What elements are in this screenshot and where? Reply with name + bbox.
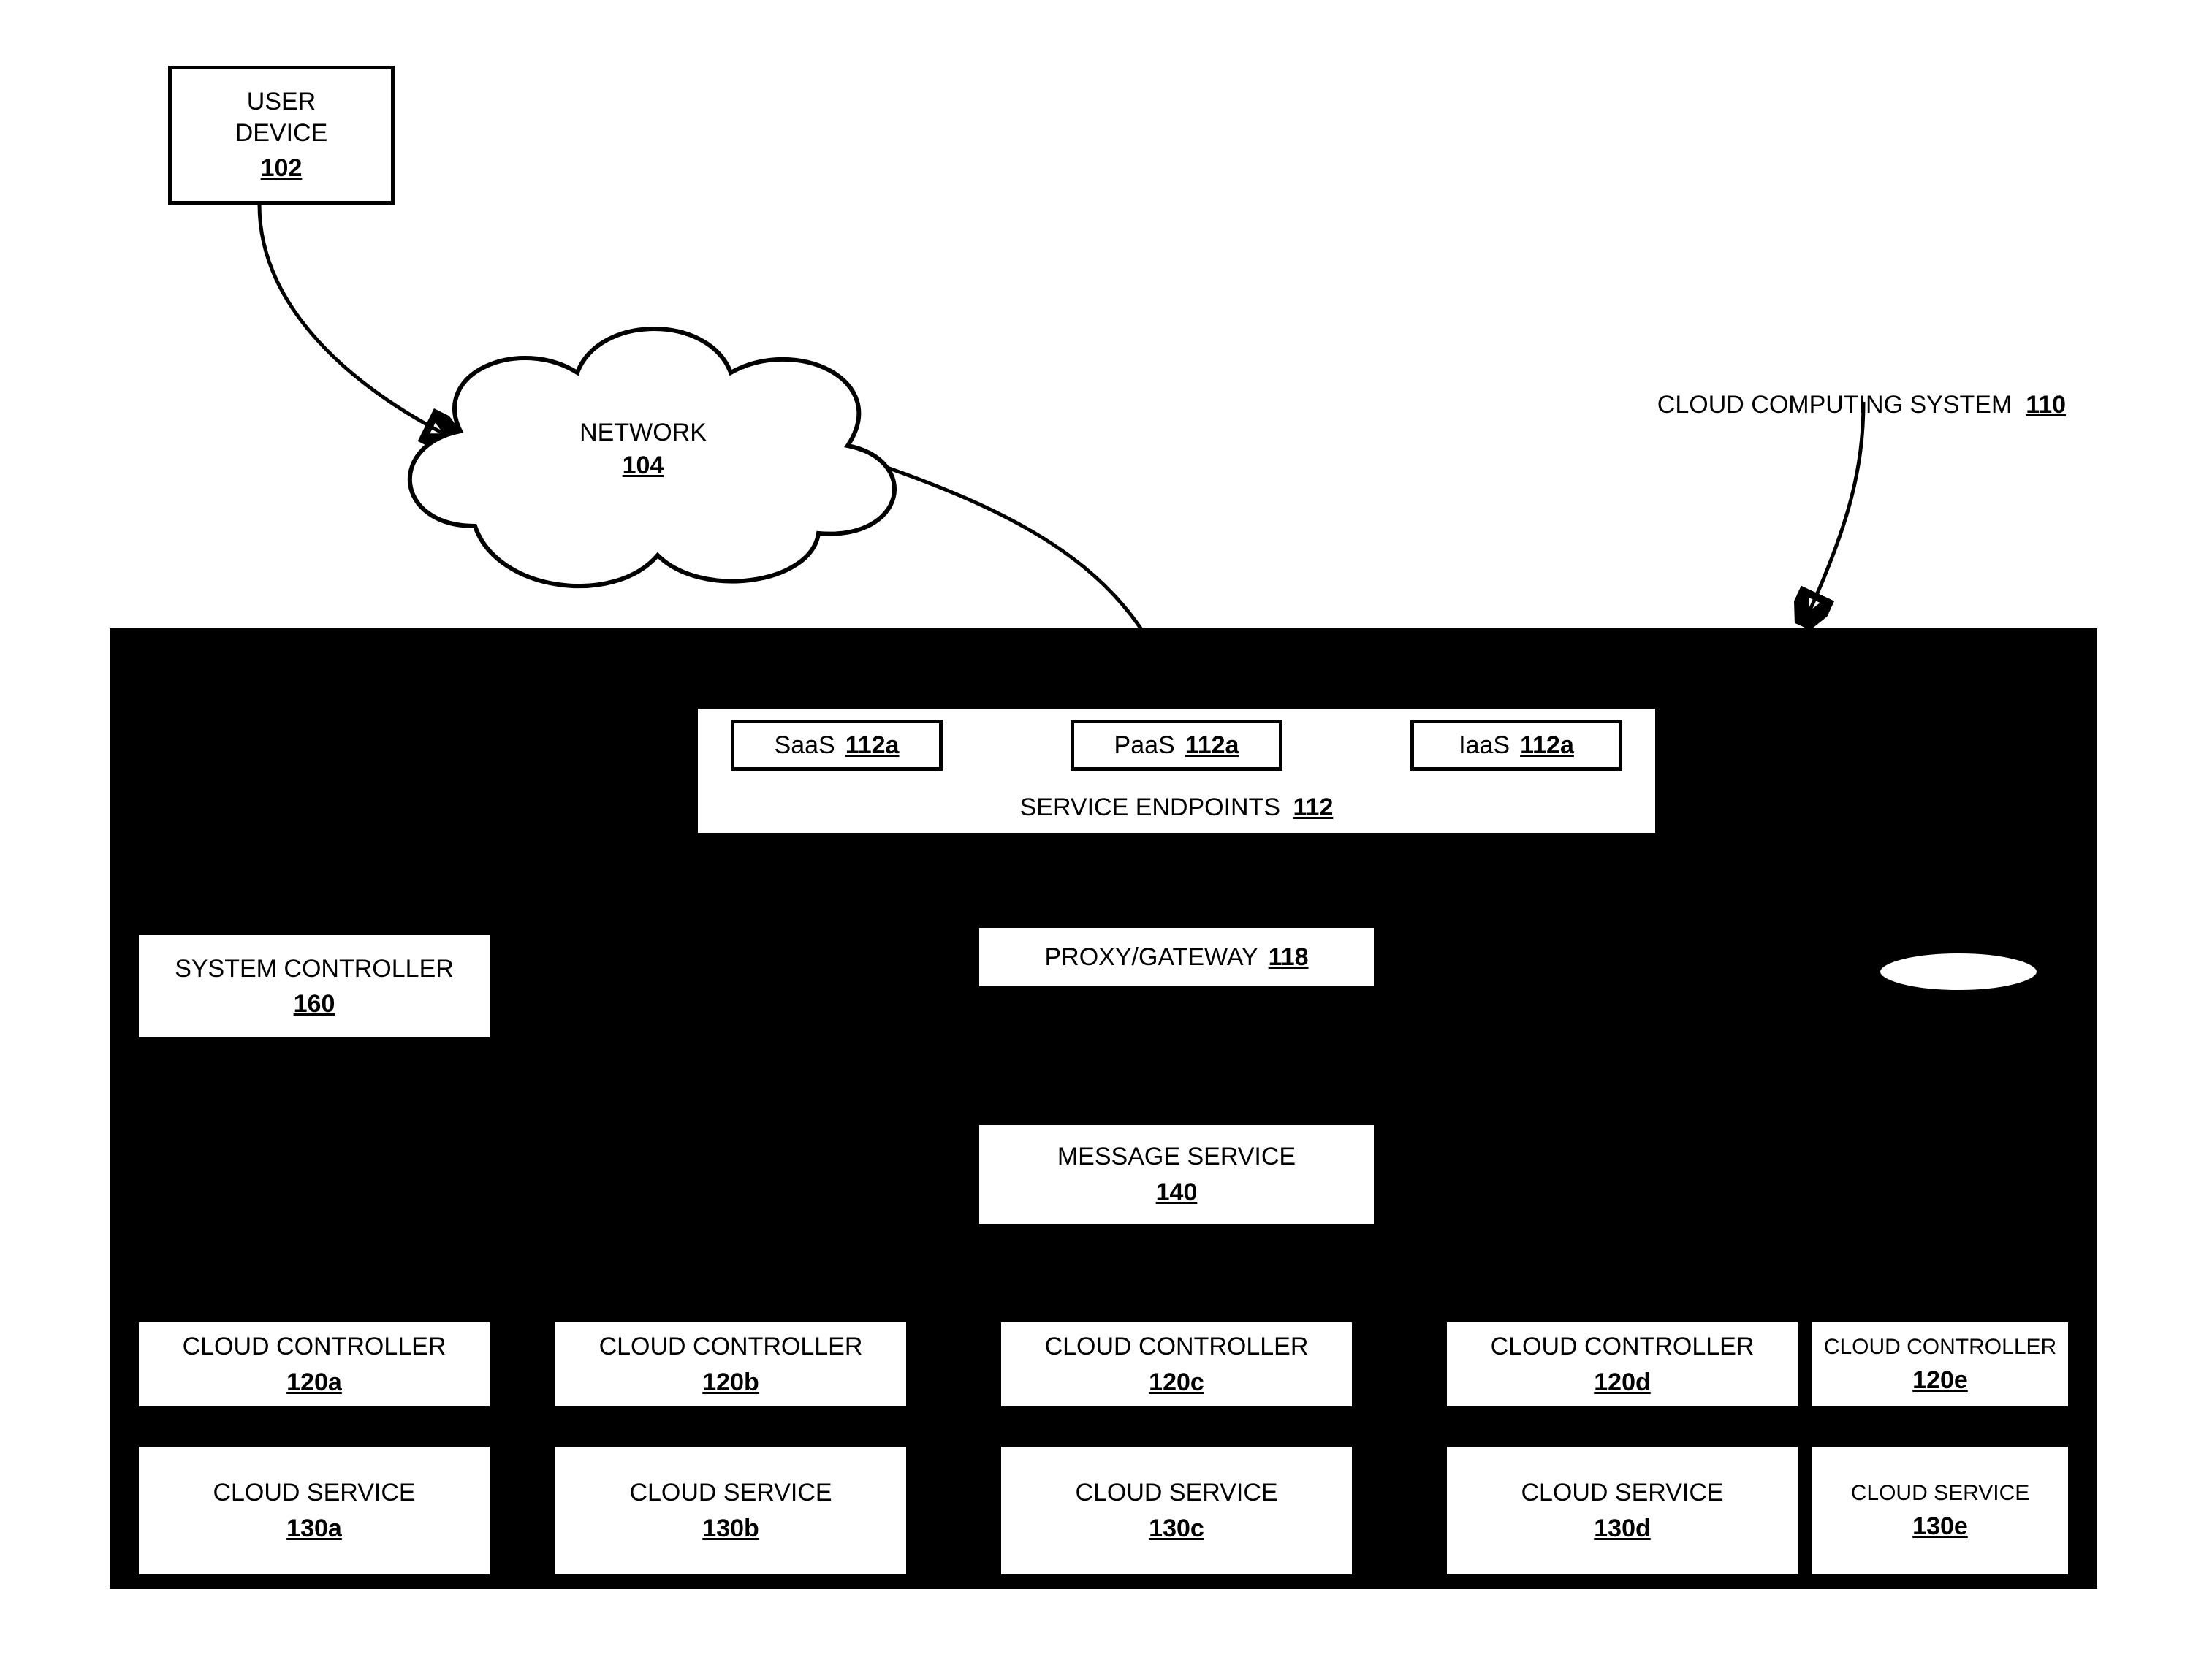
cloud-controller-c-title: CLOUD CONTROLLER <box>1045 1331 1309 1363</box>
cloud-controller-c-ref: 120c <box>1149 1367 1204 1398</box>
cloud-service-e-title: CLOUD SERVICE <box>1851 1480 2030 1507</box>
cloud-service-d: CLOUD SERVICE 130d <box>1443 1443 1801 1578</box>
cloud-service-c: CLOUD SERVICE 130c <box>997 1443 1356 1578</box>
paas-box: PaaS 112a <box>1071 720 1282 771</box>
cloud-controller-a-ref: 120a <box>286 1367 342 1398</box>
cloud-service-c-title: CLOUD SERVICE <box>1075 1477 1277 1509</box>
system-controller-title: SYSTEM CONTROLLER <box>175 953 454 985</box>
cloud-controller-a-title: CLOUD CONTROLLER <box>183 1331 446 1363</box>
cloud-controller-e: CLOUD CONTROLLER 120e <box>1809 1319 2072 1410</box>
saas-box: SaaS 112a <box>731 720 943 771</box>
user-device-box: USER DEVICE 102 <box>168 66 395 205</box>
cloud-service-b: CLOUD SERVICE 130b <box>552 1443 910 1578</box>
cloud-service-c-ref: 130c <box>1149 1513 1204 1545</box>
saas-ref: 112a <box>845 731 900 760</box>
cloud-service-a-title: CLOUD SERVICE <box>213 1477 415 1509</box>
cloud-service-a: CLOUD SERVICE 130a <box>135 1443 493 1578</box>
message-service-title: MESSAGE SERVICE <box>1057 1141 1296 1173</box>
cloud-controller-a: CLOUD CONTROLLER 120a <box>135 1319 493 1410</box>
service-endpoints-ref: 112 <box>1293 793 1334 821</box>
data-store-icon <box>1871 950 2046 1111</box>
cloud-service-d-title: CLOUD SERVICE <box>1521 1477 1723 1509</box>
cloud-controller-d: CLOUD CONTROLLER 120d <box>1443 1319 1801 1410</box>
cloud-service-b-title: CLOUD SERVICE <box>629 1477 832 1509</box>
system-controller-ref: 160 <box>294 989 335 1020</box>
paas-ref: 112a <box>1185 731 1239 760</box>
cloud-controller-b-ref: 120b <box>702 1367 759 1398</box>
cloud-controller-e-ref: 120e <box>1912 1365 1968 1396</box>
intnet-line2-ref: 116 <box>1682 995 1722 1023</box>
proxy-ref: 118 <box>1269 943 1309 972</box>
intnet-line1-slash: / <box>1741 902 1755 930</box>
data-store-title: DATA STORE <box>1855 785 2008 813</box>
cloud-service-a-ref: 130a <box>286 1513 342 1545</box>
saas-title: SaaS <box>775 731 835 760</box>
diagram-canvas: USER DEVICE 102 NETWORK 104 CLOUD COMPUT… <box>0 0 2212 1668</box>
network-ref: 104 <box>579 452 707 480</box>
cloud-controller-d-ref: 120d <box>1594 1367 1651 1398</box>
cloud-service-e-ref: 130e <box>1912 1511 1968 1542</box>
proxy-title: PROXY/GATEWAY <box>1044 943 1258 972</box>
iaas-title: IaaS <box>1459 731 1510 760</box>
data-store-label: DATA STORE 150 <box>1827 753 2063 846</box>
cloud-service-e: CLOUD SERVICE 130e <box>1809 1443 2072 1578</box>
message-service-ref: 140 <box>1156 1177 1198 1208</box>
paas-title: PaaS <box>1114 731 1175 760</box>
intnet-line1-ref: 114 <box>1700 902 1741 930</box>
cloud-controller-d-title: CLOUD CONTROLLER <box>1491 1331 1755 1363</box>
cloud-service-b-ref: 130b <box>702 1513 759 1545</box>
internal-network-label: INTERNAL NETWORK 114 / VIRTUAL NETWORK 1… <box>1410 869 1755 1056</box>
message-service-box: MESSAGE SERVICE 140 <box>976 1121 1377 1227</box>
user-device-title: USER DEVICE <box>235 86 328 148</box>
service-endpoints-title: SERVICE ENDPOINTS <box>1020 793 1280 821</box>
cloud-service-d-ref: 130d <box>1594 1513 1651 1545</box>
network-cloud: NETWORK 104 <box>365 292 921 606</box>
cloud-controller-b: CLOUD CONTROLLER 120b <box>552 1319 910 1410</box>
user-device-ref: 102 <box>261 153 303 184</box>
cloud-system-label: CLOUD COMPUTING SYSTEM 110 <box>1630 358 2066 452</box>
system-controller-box: SYSTEM CONTROLLER 160 <box>135 932 493 1041</box>
cloud-system-title: CLOUD COMPUTING SYSTEM <box>1657 391 2012 419</box>
cloud-controller-c: CLOUD CONTROLLER 120c <box>997 1319 1356 1410</box>
iaas-ref: 112a <box>1520 731 1574 760</box>
data-store-ref: 150 <box>2021 785 2063 813</box>
cloud-controller-b-title: CLOUD CONTROLLER <box>599 1331 863 1363</box>
cloud-system-ref: 110 <box>2026 391 2066 419</box>
intnet-line2-title: VIRTUAL NETWORK <box>1438 995 1676 1023</box>
cloud-controller-e-title: CLOUD CONTROLLER <box>1824 1333 2056 1361</box>
proxy-gateway-box: PROXY/GATEWAY 118 <box>976 924 1377 990</box>
iaas-box: IaaS 112a <box>1410 720 1622 771</box>
intnet-line1-title: INTERNAL NETWORK <box>1438 902 1694 930</box>
network-title: NETWORK <box>579 419 707 447</box>
